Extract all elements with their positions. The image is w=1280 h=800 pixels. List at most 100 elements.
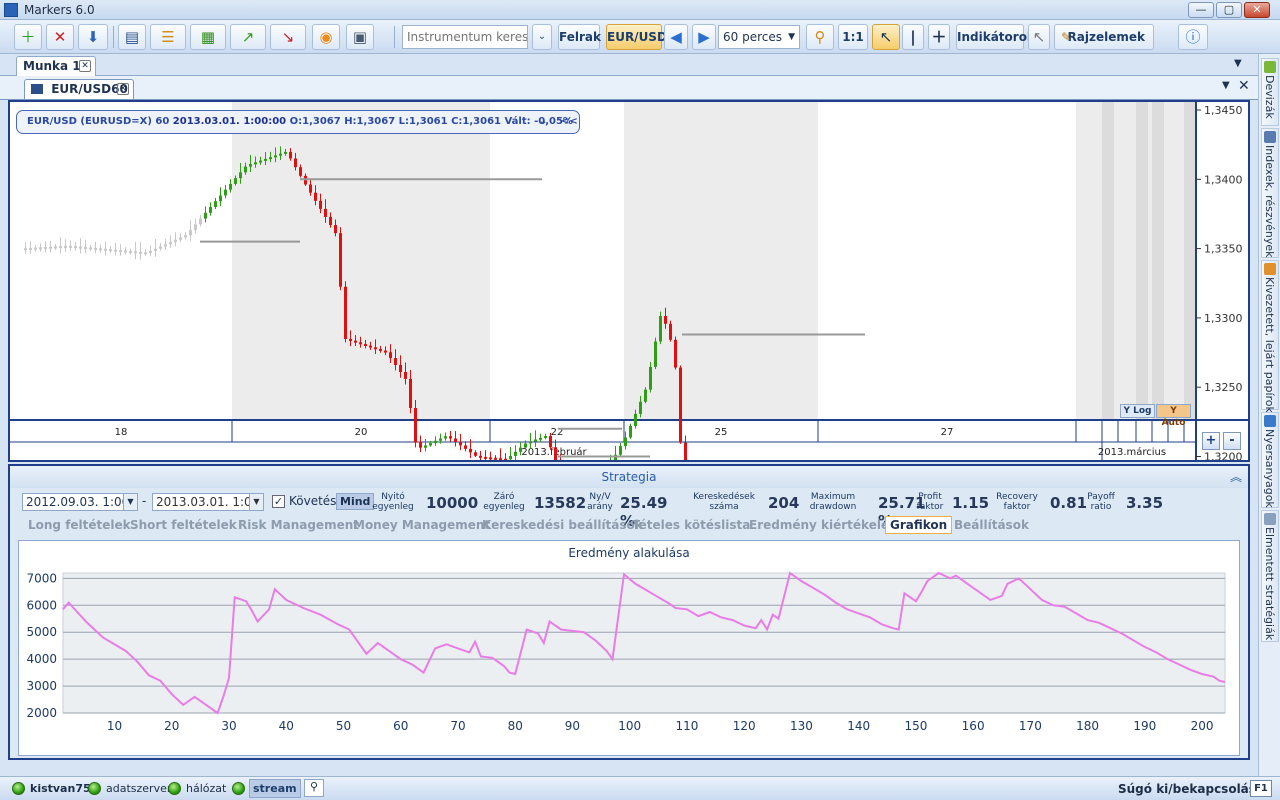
sidebar-tab-kivezetett[interactable]: Kivezetett, lejárt papírok bbox=[1261, 260, 1279, 413]
price-chart[interactable]: 1,34501,34001,33501,33001,32501,32001,31… bbox=[8, 100, 1250, 462]
tab-menu-icon[interactable]: ▼ bbox=[1234, 58, 1242, 69]
sidebar-tab-label: Devizák bbox=[1263, 75, 1276, 119]
close-icon[interactable]: ✕ bbox=[79, 60, 91, 72]
strategy-tab[interactable]: Risk Management bbox=[238, 518, 359, 532]
f1-key[interactable]: F1 bbox=[1250, 780, 1272, 797]
follow-checkbox[interactable]: ✓ bbox=[272, 495, 285, 508]
candle-body bbox=[274, 155, 277, 158]
strategy-tab[interactable]: Kereskedési beállítások bbox=[482, 518, 643, 532]
strategy-tab[interactable]: Beállítások bbox=[954, 518, 1029, 532]
rss-icon[interactable]: ◉ bbox=[312, 24, 340, 50]
zoom-in-button[interactable]: + bbox=[1202, 432, 1220, 450]
stat-label-line2: faktor bbox=[916, 502, 944, 512]
sidebar-tab-strategiak[interactable]: Elmentett stratégiák bbox=[1261, 510, 1279, 642]
ratio-button[interactable]: 1:1 bbox=[838, 24, 868, 50]
candle-body bbox=[189, 230, 192, 236]
stat-label-line2: ratio bbox=[1090, 502, 1112, 512]
candle-body bbox=[479, 455, 482, 458]
tab-menu-icon[interactable]: ▼ bbox=[1222, 80, 1230, 91]
indicator-down-icon[interactable]: ↘ bbox=[270, 24, 306, 50]
dropdown-arrow-icon: ▼ bbox=[788, 32, 795, 42]
candle-body bbox=[174, 239, 177, 242]
sidebar-tab-nyersanyagok[interactable]: Nyersanyagok bbox=[1261, 412, 1279, 508]
candle-body bbox=[34, 247, 37, 250]
info-icon[interactable]: ⓘ bbox=[1178, 24, 1208, 50]
candle-body bbox=[664, 316, 667, 324]
minimize-button[interactable]: — bbox=[1188, 2, 1214, 18]
notes-icon[interactable]: ▣ bbox=[346, 24, 374, 50]
session-band bbox=[1102, 102, 1114, 420]
candle-body bbox=[534, 439, 537, 442]
candle-body bbox=[59, 246, 62, 249]
equity-chart: Eredmény alakulása 2000 3000 4000 5000 6000 70… bbox=[26, 546, 1226, 733]
x-tick-label: 70 bbox=[450, 719, 465, 733]
pointer-icon[interactable]: ↖ bbox=[1028, 24, 1050, 50]
y-tick-label: 1,3200 bbox=[1204, 451, 1243, 461]
drawing-tools-button[interactable]: ✎ Rajzelemek bbox=[1054, 24, 1154, 50]
collapse-up-icon[interactable]: ︽ bbox=[1230, 466, 1242, 488]
maximize-button[interactable]: ▢ bbox=[1216, 2, 1242, 18]
instrument-search-input[interactable] bbox=[402, 25, 528, 49]
felrak-button[interactable]: Felrak bbox=[558, 24, 601, 50]
date-from-input[interactable]: 2012.09.03. 1:00 ▼ bbox=[22, 493, 138, 511]
delete-icon[interactable]: ✕ bbox=[46, 24, 74, 50]
app-icon bbox=[4, 3, 18, 17]
collapse-button[interactable]: << bbox=[561, 111, 578, 133]
new-icon[interactable]: ＋ bbox=[14, 24, 42, 50]
candle-body bbox=[54, 246, 57, 249]
arrow-right-icon[interactable]: ▶ bbox=[692, 24, 716, 50]
close-window-button[interactable]: ✕ bbox=[1244, 2, 1270, 18]
close-icon[interactable]: ✕ bbox=[117, 83, 129, 95]
import-icon[interactable]: ⬇ bbox=[78, 24, 108, 50]
drawing-tools-label: Rajzelemek bbox=[1067, 30, 1145, 44]
add-table-icon[interactable]: ▦ bbox=[190, 24, 226, 50]
list-icon[interactable]: ☰ bbox=[150, 24, 186, 50]
timeframe-select[interactable]: 60 perces ▼ bbox=[718, 25, 800, 49]
indicator-up-icon[interactable]: ↗ bbox=[230, 24, 266, 50]
strategy-tab[interactable]: Grafikon bbox=[885, 516, 953, 534]
zoom-search-icon[interactable]: ⚲ bbox=[806, 24, 834, 50]
timeframe-value: 60 perces bbox=[723, 30, 782, 44]
tab-eurusd60[interactable]: EUR/USD60 ✕ bbox=[24, 79, 134, 99]
candle-body bbox=[114, 249, 117, 252]
status-dot-icon bbox=[88, 782, 101, 795]
cursor-icon[interactable]: ↖ bbox=[872, 24, 900, 50]
sidebar-tab-indexek[interactable]: Indexek, részvények bbox=[1261, 128, 1279, 258]
chevron-down-icon[interactable]: ⌄ bbox=[532, 24, 552, 50]
chevron-down-icon[interactable]: ⌄ bbox=[539, 111, 547, 133]
strategy-header: Strategia ︽ bbox=[10, 466, 1248, 488]
calendar-icon bbox=[1264, 263, 1276, 275]
strategy-tab[interactable]: Tételes kötéslista bbox=[632, 518, 750, 532]
candle-body bbox=[44, 247, 47, 250]
instrument-button[interactable]: EUR/USD bbox=[606, 24, 667, 50]
stat-label-line1: Payoff bbox=[1087, 492, 1115, 502]
session-band bbox=[1184, 102, 1196, 420]
sidebar-tab-devizak[interactable]: Devizák bbox=[1261, 58, 1279, 126]
x-tick-label: 180 bbox=[1076, 719, 1099, 733]
arrow-left-icon[interactable]: ◀ bbox=[664, 24, 688, 50]
sidebar-tab-label: Kivezetett, lejárt papírok bbox=[1263, 277, 1276, 413]
y-log-button[interactable]: Y Log bbox=[1120, 404, 1155, 418]
date-to-input[interactable]: 2013.03.01. 1:00 ▼ bbox=[152, 493, 264, 511]
crosshair-icon[interactable]: ＋ bbox=[928, 24, 950, 50]
strategy-tab[interactable]: Eredmény kiértékelés bbox=[749, 518, 896, 532]
chart-window-icon[interactable]: ▤ bbox=[118, 24, 146, 50]
strategy-tab[interactable]: Money Management bbox=[353, 518, 490, 532]
tab-munka-1[interactable]: Munka 1 ✕ bbox=[16, 56, 96, 76]
dropdown-arrow-icon[interactable]: ▼ bbox=[123, 494, 137, 510]
candle-body bbox=[384, 350, 387, 353]
y-tick-label: 5000 bbox=[26, 625, 57, 639]
y-auto-button[interactable]: Y Auto bbox=[1156, 404, 1191, 428]
candle-body bbox=[644, 389, 647, 402]
stream-button[interactable]: stream bbox=[249, 779, 301, 798]
close-icon[interactable]: ✕ bbox=[1238, 78, 1250, 94]
indicators-button[interactable]: Indikátorok bbox=[956, 24, 1035, 50]
candle-body bbox=[99, 248, 102, 251]
vertical-line-icon[interactable]: | bbox=[902, 24, 924, 50]
strategy-tab[interactable]: Long feltételek bbox=[28, 518, 131, 532]
candlestick-chart[interactable]: 1,34501,34001,33501,33001,32501,32001,31… bbox=[10, 102, 1248, 460]
strategy-tab[interactable]: Short feltételek bbox=[130, 518, 237, 532]
zoom-out-button[interactable]: - bbox=[1223, 432, 1241, 450]
dropdown-arrow-icon[interactable]: ▼ bbox=[249, 494, 263, 510]
search-icon[interactable]: ⚲ bbox=[304, 779, 324, 797]
